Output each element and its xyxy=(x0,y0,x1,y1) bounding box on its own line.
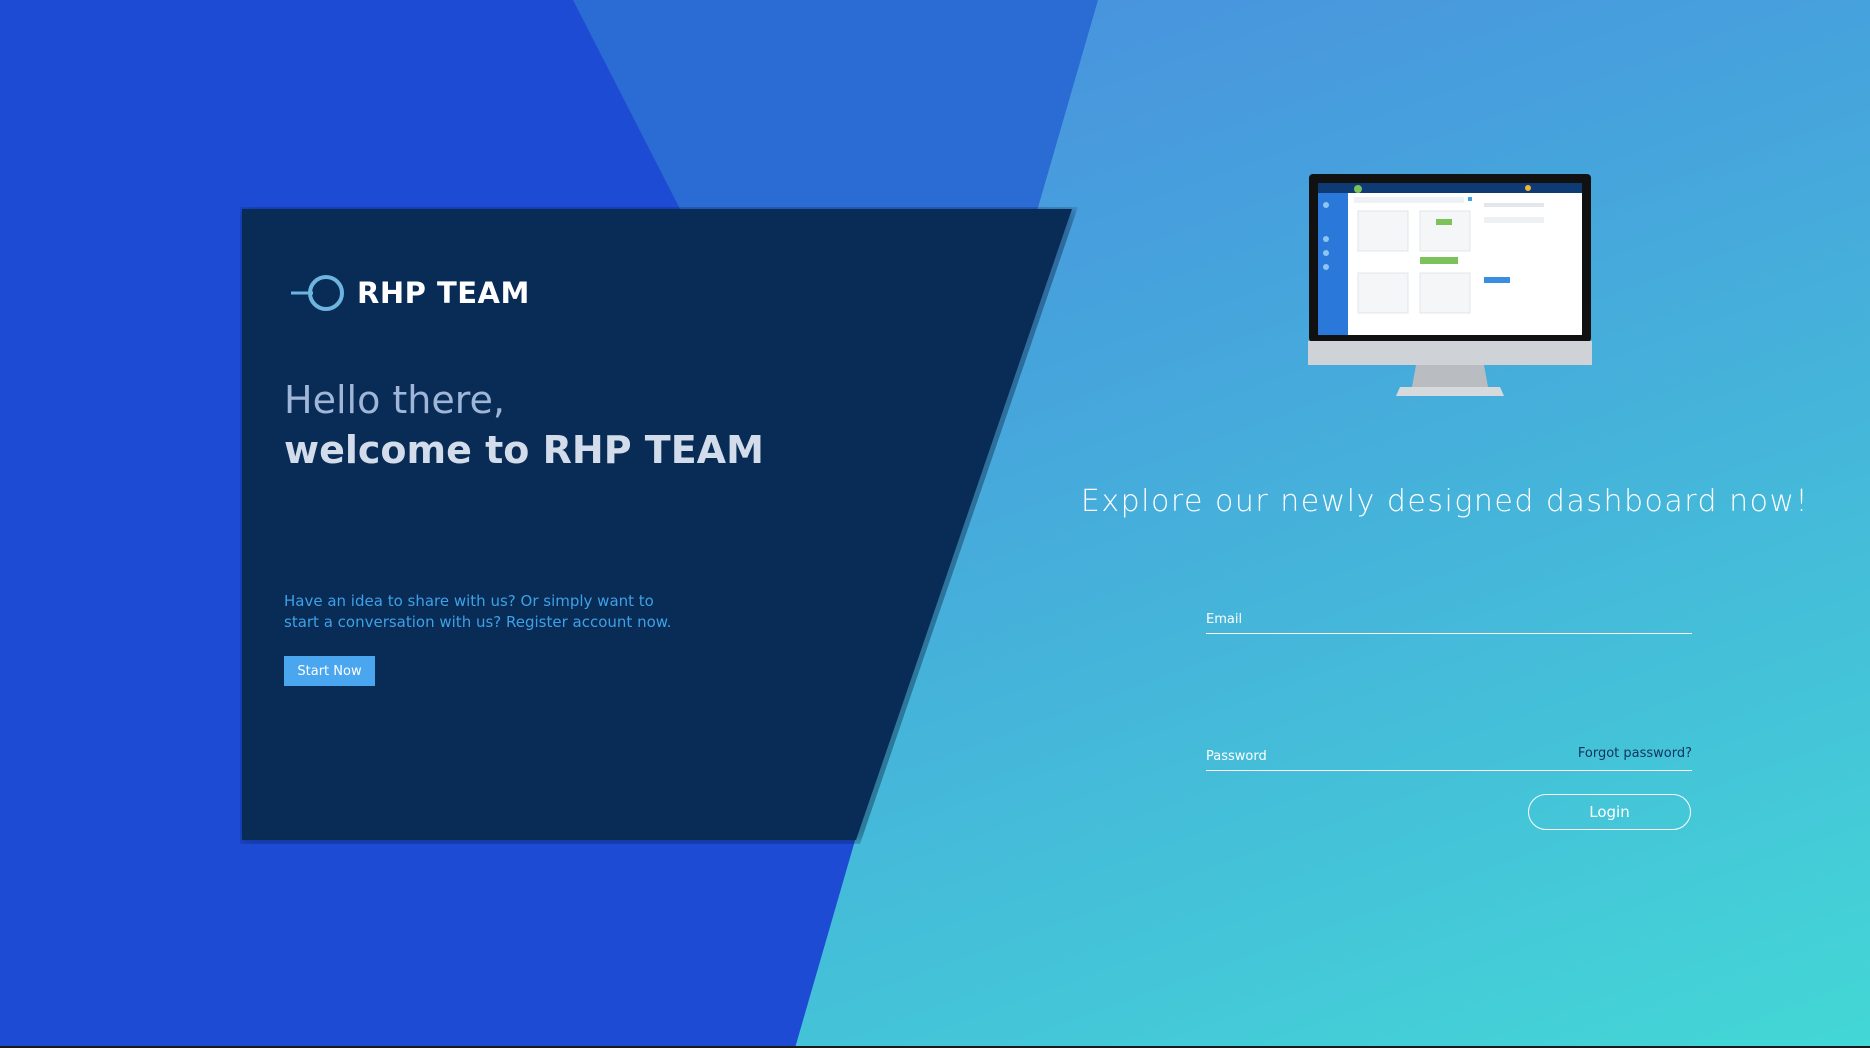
dashboard-monitor-illustration xyxy=(1308,174,1592,396)
welcome-heading: welcome to RHP TEAM xyxy=(284,428,764,472)
email-label: Email xyxy=(1206,612,1243,627)
password-input[interactable] xyxy=(1296,744,1580,768)
start-now-button[interactable]: Start Now xyxy=(284,656,375,686)
email-input[interactable] xyxy=(1296,607,1580,631)
brand-logo: RHP TEAM xyxy=(291,272,530,314)
greeting-heading: Hello there, xyxy=(284,378,506,422)
email-field[interactable]: Email xyxy=(1206,605,1692,634)
login-button[interactable]: Login xyxy=(1528,794,1691,830)
dashboard-tagline: Explore our newly designed dashboard now… xyxy=(1080,484,1810,519)
register-pitch-text: Have an idea to share with us? Or simply… xyxy=(284,592,672,631)
password-field[interactable]: Password Forgot password? xyxy=(1206,742,1692,771)
brand-name: RHP TEAM xyxy=(357,276,530,310)
ring-logo-icon xyxy=(291,275,344,311)
forgot-password-link[interactable]: Forgot password? xyxy=(1578,746,1692,761)
login-page: RHP TEAM Hello there, welcome to RHP TEA… xyxy=(0,0,1870,1048)
password-label: Password xyxy=(1206,749,1267,764)
